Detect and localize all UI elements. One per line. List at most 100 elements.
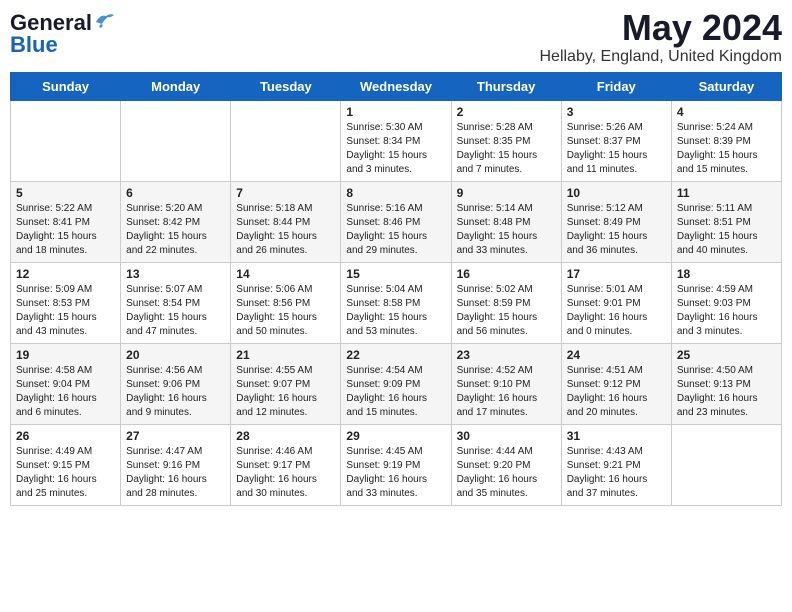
calendar-cell: 27Sunrise: 4:47 AM Sunset: 9:16 PM Dayli… bbox=[121, 425, 231, 506]
calendar-cell: 1 Sunrise: 5:30 AM Sunset: 8:34 PM Daylig… bbox=[341, 101, 451, 182]
calendar-cell: 31 Sunrise: 4:43 AM Sunset: 9:21 PM Dayli… bbox=[561, 425, 671, 506]
calendar-row: 5 Sunrise: 5:22 AM Sunset: 8:41 PM Daylig… bbox=[11, 182, 782, 263]
calendar-cell: 22 Sunrise: 4:54 AM Sunset: 9:09 PM Dayli… bbox=[341, 344, 451, 425]
page-header: General Blue May 2024 Hellaby, England, … bbox=[10, 10, 782, 66]
calendar-cell: 11 Sunrise: 5:11 AM Sunset: 8:51 PM Dayli… bbox=[671, 182, 781, 263]
day-info: Sunrise: 5:11 AM Sunset: 8:51 PM Dayligh… bbox=[677, 202, 776, 258]
day-number: 19 bbox=[16, 348, 115, 362]
col-header-saturday: Saturday bbox=[671, 73, 781, 101]
day-info: Sunrise: 4:46 AM Sunset: 9:17 PM Dayligh… bbox=[236, 445, 335, 501]
day-number: 22 bbox=[346, 348, 445, 362]
calendar-cell: 5 Sunrise: 5:22 AM Sunset: 8:41 PM Daylig… bbox=[11, 182, 121, 263]
day-info: Sunrise: 5:30 AM Sunset: 8:34 PM Dayligh… bbox=[346, 121, 445, 177]
calendar-cell: 12Sunrise: 5:09 AM Sunset: 8:53 PM Dayli… bbox=[11, 263, 121, 344]
day-info: Sunrise: 5:07 AM Sunset: 8:54 PM Dayligh… bbox=[126, 283, 225, 339]
calendar-row: 19 Sunrise: 4:58 AM Sunset: 9:04 PM Dayli… bbox=[11, 344, 782, 425]
day-info: Sunrise: 5:16 AM Sunset: 8:46 PM Dayligh… bbox=[346, 202, 445, 258]
col-header-sunday: Sunday bbox=[11, 73, 121, 101]
calendar-row: 12Sunrise: 5:09 AM Sunset: 8:53 PM Dayli… bbox=[11, 263, 782, 344]
calendar-cell: 17 Sunrise: 5:01 AM Sunset: 9:01 PM Dayli… bbox=[561, 263, 671, 344]
day-number: 24 bbox=[567, 348, 666, 362]
day-number: 14 bbox=[236, 267, 335, 281]
day-number: 10 bbox=[567, 186, 666, 200]
day-info: Sunrise: 5:02 AM Sunset: 8:59 PM Dayligh… bbox=[457, 283, 556, 339]
day-info: Sunrise: 5:26 AM Sunset: 8:37 PM Dayligh… bbox=[567, 121, 666, 177]
calendar-cell bbox=[671, 425, 781, 506]
logo-bird-icon bbox=[94, 12, 116, 30]
day-info: Sunrise: 4:56 AM Sunset: 9:06 PM Dayligh… bbox=[126, 364, 225, 420]
day-number: 13 bbox=[126, 267, 225, 281]
calendar-cell: 16 Sunrise: 5:02 AM Sunset: 8:59 PM Dayli… bbox=[451, 263, 561, 344]
calendar-row: 26 Sunrise: 4:49 AM Sunset: 9:15 PM Dayli… bbox=[11, 425, 782, 506]
calendar-cell: 9 Sunrise: 5:14 AM Sunset: 8:48 PM Daylig… bbox=[451, 182, 561, 263]
day-number: 26 bbox=[16, 429, 115, 443]
day-number: 20 bbox=[126, 348, 225, 362]
day-number: 28 bbox=[236, 429, 335, 443]
day-info: Sunrise: 4:43 AM Sunset: 9:21 PM Dayligh… bbox=[567, 445, 666, 501]
calendar-cell: 10 Sunrise: 5:12 AM Sunset: 8:49 PM Dayli… bbox=[561, 182, 671, 263]
calendar-cell: 24 Sunrise: 4:51 AM Sunset: 9:12 PM Dayli… bbox=[561, 344, 671, 425]
col-header-wednesday: Wednesday bbox=[341, 73, 451, 101]
day-info: Sunrise: 5:22 AM Sunset: 8:41 PM Dayligh… bbox=[16, 202, 115, 258]
day-info: Sunrise: 5:20 AM Sunset: 8:42 PM Dayligh… bbox=[126, 202, 225, 258]
day-number: 23 bbox=[457, 348, 556, 362]
day-info: Sunrise: 5:28 AM Sunset: 8:35 PM Dayligh… bbox=[457, 121, 556, 177]
day-info: Sunrise: 4:45 AM Sunset: 9:19 PM Dayligh… bbox=[346, 445, 445, 501]
calendar-cell: 26 Sunrise: 4:49 AM Sunset: 9:15 PM Dayli… bbox=[11, 425, 121, 506]
day-info: Sunrise: 4:51 AM Sunset: 9:12 PM Dayligh… bbox=[567, 364, 666, 420]
calendar-cell bbox=[121, 101, 231, 182]
day-number: 12 bbox=[16, 267, 115, 281]
day-info: Sunrise: 4:52 AM Sunset: 9:10 PM Dayligh… bbox=[457, 364, 556, 420]
day-number: 27 bbox=[126, 429, 225, 443]
day-number: 9 bbox=[457, 186, 556, 200]
day-number: 29 bbox=[346, 429, 445, 443]
day-info: Sunrise: 5:18 AM Sunset: 8:44 PM Dayligh… bbox=[236, 202, 335, 258]
calendar-cell: 6Sunrise: 5:20 AM Sunset: 8:42 PM Daylig… bbox=[121, 182, 231, 263]
calendar-cell: 21Sunrise: 4:55 AM Sunset: 9:07 PM Dayli… bbox=[231, 344, 341, 425]
calendar-cell: 19 Sunrise: 4:58 AM Sunset: 9:04 PM Dayli… bbox=[11, 344, 121, 425]
calendar-cell: 23 Sunrise: 4:52 AM Sunset: 9:10 PM Dayli… bbox=[451, 344, 561, 425]
calendar-cell: 29 Sunrise: 4:45 AM Sunset: 9:19 PM Dayli… bbox=[341, 425, 451, 506]
day-number: 3 bbox=[567, 105, 666, 119]
calendar-cell: 15 Sunrise: 5:04 AM Sunset: 8:58 PM Dayli… bbox=[341, 263, 451, 344]
day-info: Sunrise: 4:58 AM Sunset: 9:04 PM Dayligh… bbox=[16, 364, 115, 420]
calendar-cell: 28 Sunrise: 4:46 AM Sunset: 9:17 PM Dayli… bbox=[231, 425, 341, 506]
calendar-cell: 13 Sunrise: 5:07 AM Sunset: 8:54 PM Dayli… bbox=[121, 263, 231, 344]
day-number: 7 bbox=[236, 186, 335, 200]
day-number: 5 bbox=[16, 186, 115, 200]
day-number: 25 bbox=[677, 348, 776, 362]
day-info: Sunrise: 5:14 AM Sunset: 8:48 PM Dayligh… bbox=[457, 202, 556, 258]
col-header-friday: Friday bbox=[561, 73, 671, 101]
day-number: 17 bbox=[567, 267, 666, 281]
location: Hellaby, England, United Kingdom bbox=[539, 48, 782, 66]
calendar-table: SundayMondayTuesdayWednesdayThursdayFrid… bbox=[10, 72, 782, 506]
day-info: Sunrise: 4:54 AM Sunset: 9:09 PM Dayligh… bbox=[346, 364, 445, 420]
day-number: 8 bbox=[346, 186, 445, 200]
day-number: 1 bbox=[346, 105, 445, 119]
calendar-cell: 30Sunrise: 4:44 AM Sunset: 9:20 PM Dayli… bbox=[451, 425, 561, 506]
day-info: Sunrise: 4:55 AM Sunset: 9:07 PM Dayligh… bbox=[236, 364, 335, 420]
day-number: 31 bbox=[567, 429, 666, 443]
calendar-cell: 14 Sunrise: 5:06 AM Sunset: 8:56 PM Dayli… bbox=[231, 263, 341, 344]
month-title: May 2024 bbox=[539, 10, 782, 46]
day-info: Sunrise: 5:06 AM Sunset: 8:56 PM Dayligh… bbox=[236, 283, 335, 339]
calendar-cell bbox=[11, 101, 121, 182]
day-info: Sunrise: 5:04 AM Sunset: 8:58 PM Dayligh… bbox=[346, 283, 445, 339]
day-number: 18 bbox=[677, 267, 776, 281]
col-header-thursday: Thursday bbox=[451, 73, 561, 101]
day-number: 4 bbox=[677, 105, 776, 119]
calendar-row: 1 Sunrise: 5:30 AM Sunset: 8:34 PM Daylig… bbox=[11, 101, 782, 182]
day-info: Sunrise: 4:49 AM Sunset: 9:15 PM Dayligh… bbox=[16, 445, 115, 501]
day-info: Sunrise: 5:01 AM Sunset: 9:01 PM Dayligh… bbox=[567, 283, 666, 339]
logo-blue: Blue bbox=[10, 32, 58, 58]
day-number: 16 bbox=[457, 267, 556, 281]
day-number: 15 bbox=[346, 267, 445, 281]
day-info: Sunrise: 5:12 AM Sunset: 8:49 PM Dayligh… bbox=[567, 202, 666, 258]
calendar-cell: 20 Sunrise: 4:56 AM Sunset: 9:06 PM Dayli… bbox=[121, 344, 231, 425]
calendar-cell bbox=[231, 101, 341, 182]
calendar-cell: 4Sunrise: 5:24 AM Sunset: 8:39 PM Daylig… bbox=[671, 101, 781, 182]
calendar-cell: 18Sunrise: 4:59 AM Sunset: 9:03 PM Dayli… bbox=[671, 263, 781, 344]
col-header-tuesday: Tuesday bbox=[231, 73, 341, 101]
logo: General Blue bbox=[10, 10, 116, 58]
day-number: 11 bbox=[677, 186, 776, 200]
